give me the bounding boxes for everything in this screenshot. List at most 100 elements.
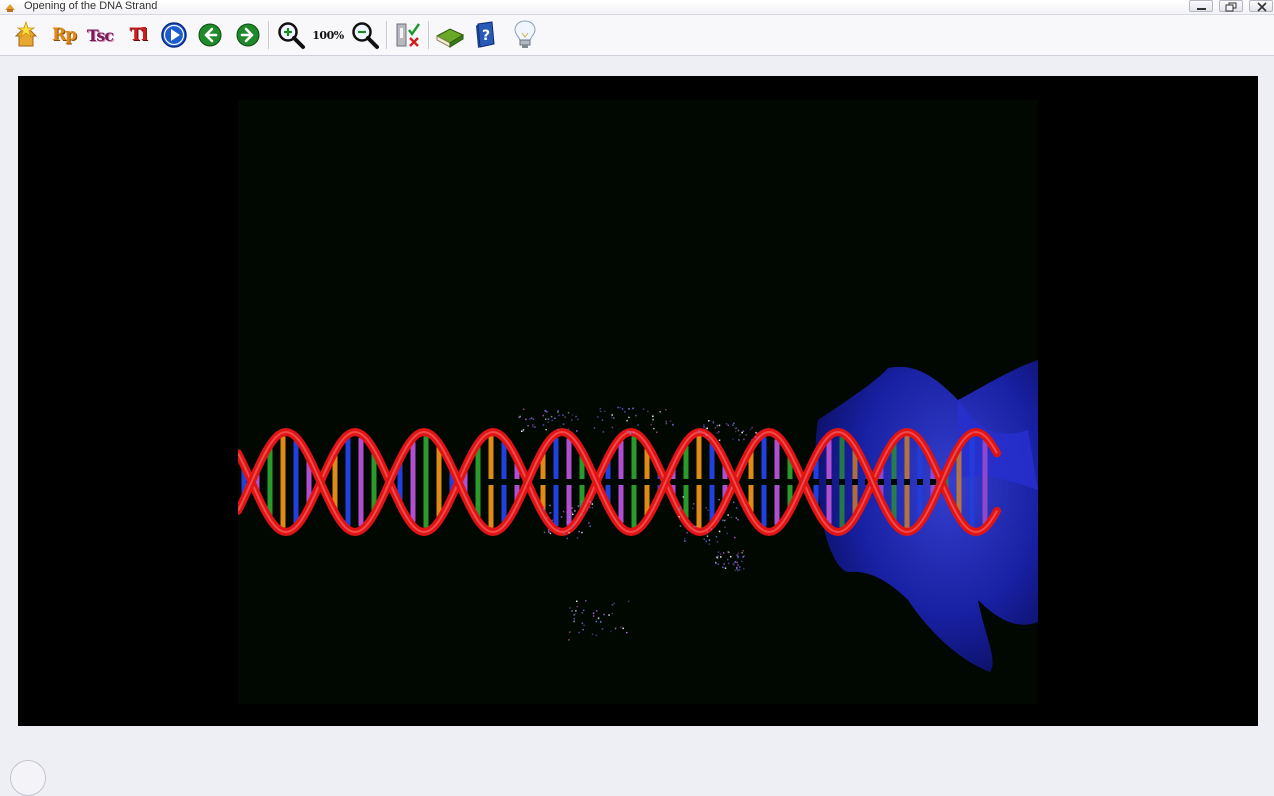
nucleotide-particle — [665, 408, 667, 411]
nucleotide-particle — [708, 420, 710, 422]
nucleotide-particle — [647, 410, 649, 413]
restore-button[interactable] — [1219, 0, 1243, 12]
base-pair-gap — [748, 479, 754, 485]
nucleotide-particle — [737, 518, 739, 521]
base-pair-gap — [761, 479, 767, 485]
nucleotide-particle — [707, 438, 710, 440]
nucleotide-particle — [532, 424, 534, 426]
nucleotide-particle — [573, 619, 576, 622]
nucleotide-particle — [743, 438, 745, 440]
minimize-button[interactable] — [1189, 0, 1213, 12]
nucleotide-particle — [586, 508, 589, 511]
nucleotide-particle — [712, 422, 715, 424]
nucleotide-particle — [557, 528, 560, 530]
nucleotide-particle — [693, 529, 695, 531]
nucleotide-particle — [626, 419, 628, 422]
back-button[interactable] — [194, 19, 226, 51]
nucleotide-particle — [534, 426, 536, 428]
nucleotide-particle — [549, 532, 552, 535]
nucleotide-particle — [601, 419, 604, 421]
nucleotide-particle — [724, 567, 727, 569]
nucleotide-particle — [581, 531, 583, 534]
zoom-out-button[interactable] — [349, 19, 381, 51]
nucleotide-particle — [712, 421, 715, 423]
nucleotide-particle — [601, 628, 604, 630]
animation-viewport[interactable] — [18, 76, 1258, 726]
nucleotide-particle — [751, 439, 753, 441]
nucleotide-particle — [717, 551, 720, 553]
nucleotide-particle — [722, 519, 724, 522]
nucleotide-particle — [595, 610, 598, 612]
nucleotide-particle — [580, 501, 583, 503]
play-icon — [161, 22, 187, 48]
app-icon — [5, 4, 15, 12]
nucleotide-particle — [532, 418, 535, 421]
help-button[interactable]: ? — [470, 19, 502, 51]
nucleotide-particle — [574, 510, 576, 512]
nucleotide-particle — [716, 424, 718, 427]
nucleotide-particle — [603, 410, 606, 413]
hint-button[interactable] — [509, 19, 541, 51]
close-icon — [1257, 2, 1267, 12]
nucleotide-particle — [546, 516, 548, 519]
nucleotide-particle — [614, 627, 617, 630]
nucleotide-particle — [735, 427, 738, 429]
nucleotide-particle — [741, 560, 743, 563]
zoom-100-button[interactable]: 100% — [312, 19, 344, 51]
help-book-icon: ? — [476, 21, 495, 48]
close-button[interactable] — [1249, 0, 1273, 12]
nucleotide-particle — [576, 537, 579, 539]
nucleotide-particle — [521, 430, 523, 432]
nucleotide-particle — [628, 416, 630, 419]
home-star-icon — [14, 20, 38, 47]
nucleotide-particle — [708, 543, 711, 545]
glossary-button[interactable] — [434, 19, 466, 51]
rp-button[interactable]: Rp — [48, 19, 80, 51]
nucleotide-particle — [737, 564, 739, 566]
quiz-button[interactable] — [393, 19, 425, 51]
nucleotide-particle — [572, 525, 574, 528]
tsc-button[interactable]: Tsc — [84, 19, 116, 51]
tl-button[interactable]: Tl — [122, 19, 154, 51]
nucleotide-particle — [562, 423, 565, 425]
nucleotide-particle — [720, 556, 722, 558]
nucleotide-particle — [703, 424, 705, 426]
forward-button[interactable] — [232, 19, 264, 51]
status-indicator — [10, 760, 46, 796]
nucleotide-particle — [734, 536, 736, 539]
nucleotide-particle — [576, 605, 579, 608]
nucleotide-particle — [567, 412, 570, 414]
nucleotide-particle — [581, 514, 583, 516]
nucleotide-particle — [575, 415, 577, 418]
nucleotide-particle — [727, 551, 729, 553]
nucleotide-particle — [650, 423, 652, 426]
nucleotide-particle — [589, 525, 591, 527]
nucleotide-particle — [571, 610, 573, 612]
nucleotide-particle — [557, 411, 559, 413]
base-pair-gap — [553, 479, 559, 485]
zoom-in-icon — [278, 22, 305, 49]
dna-scene — [238, 100, 1038, 704]
svg-text:?: ? — [482, 28, 490, 44]
nucleotide-particle — [562, 510, 565, 513]
nucleotide-particle — [568, 531, 570, 534]
book-icon — [435, 28, 465, 48]
base-pair-gap — [579, 479, 585, 485]
nucleotide-particle — [722, 566, 724, 569]
nucleotide-particle — [577, 418, 579, 421]
play-button[interactable] — [158, 19, 190, 51]
zoom-in-button[interactable] — [275, 19, 307, 51]
nucleotide-particle — [546, 411, 548, 413]
nucleotide-particle — [653, 427, 655, 430]
nucleotide-particle — [736, 568, 738, 570]
nucleotide-particle — [754, 431, 757, 434]
nucleotide-particle — [548, 531, 550, 533]
check-cross-icon — [396, 23, 420, 47]
nucleotide-particle — [669, 420, 672, 422]
nucleotide-particle — [562, 414, 564, 416]
nucleotide-particle — [718, 439, 721, 441]
nucleotide-particle — [725, 423, 728, 425]
nucleotide-particle — [632, 407, 634, 410]
home-button[interactable] — [10, 19, 42, 51]
nucleotide-particle — [589, 506, 591, 509]
